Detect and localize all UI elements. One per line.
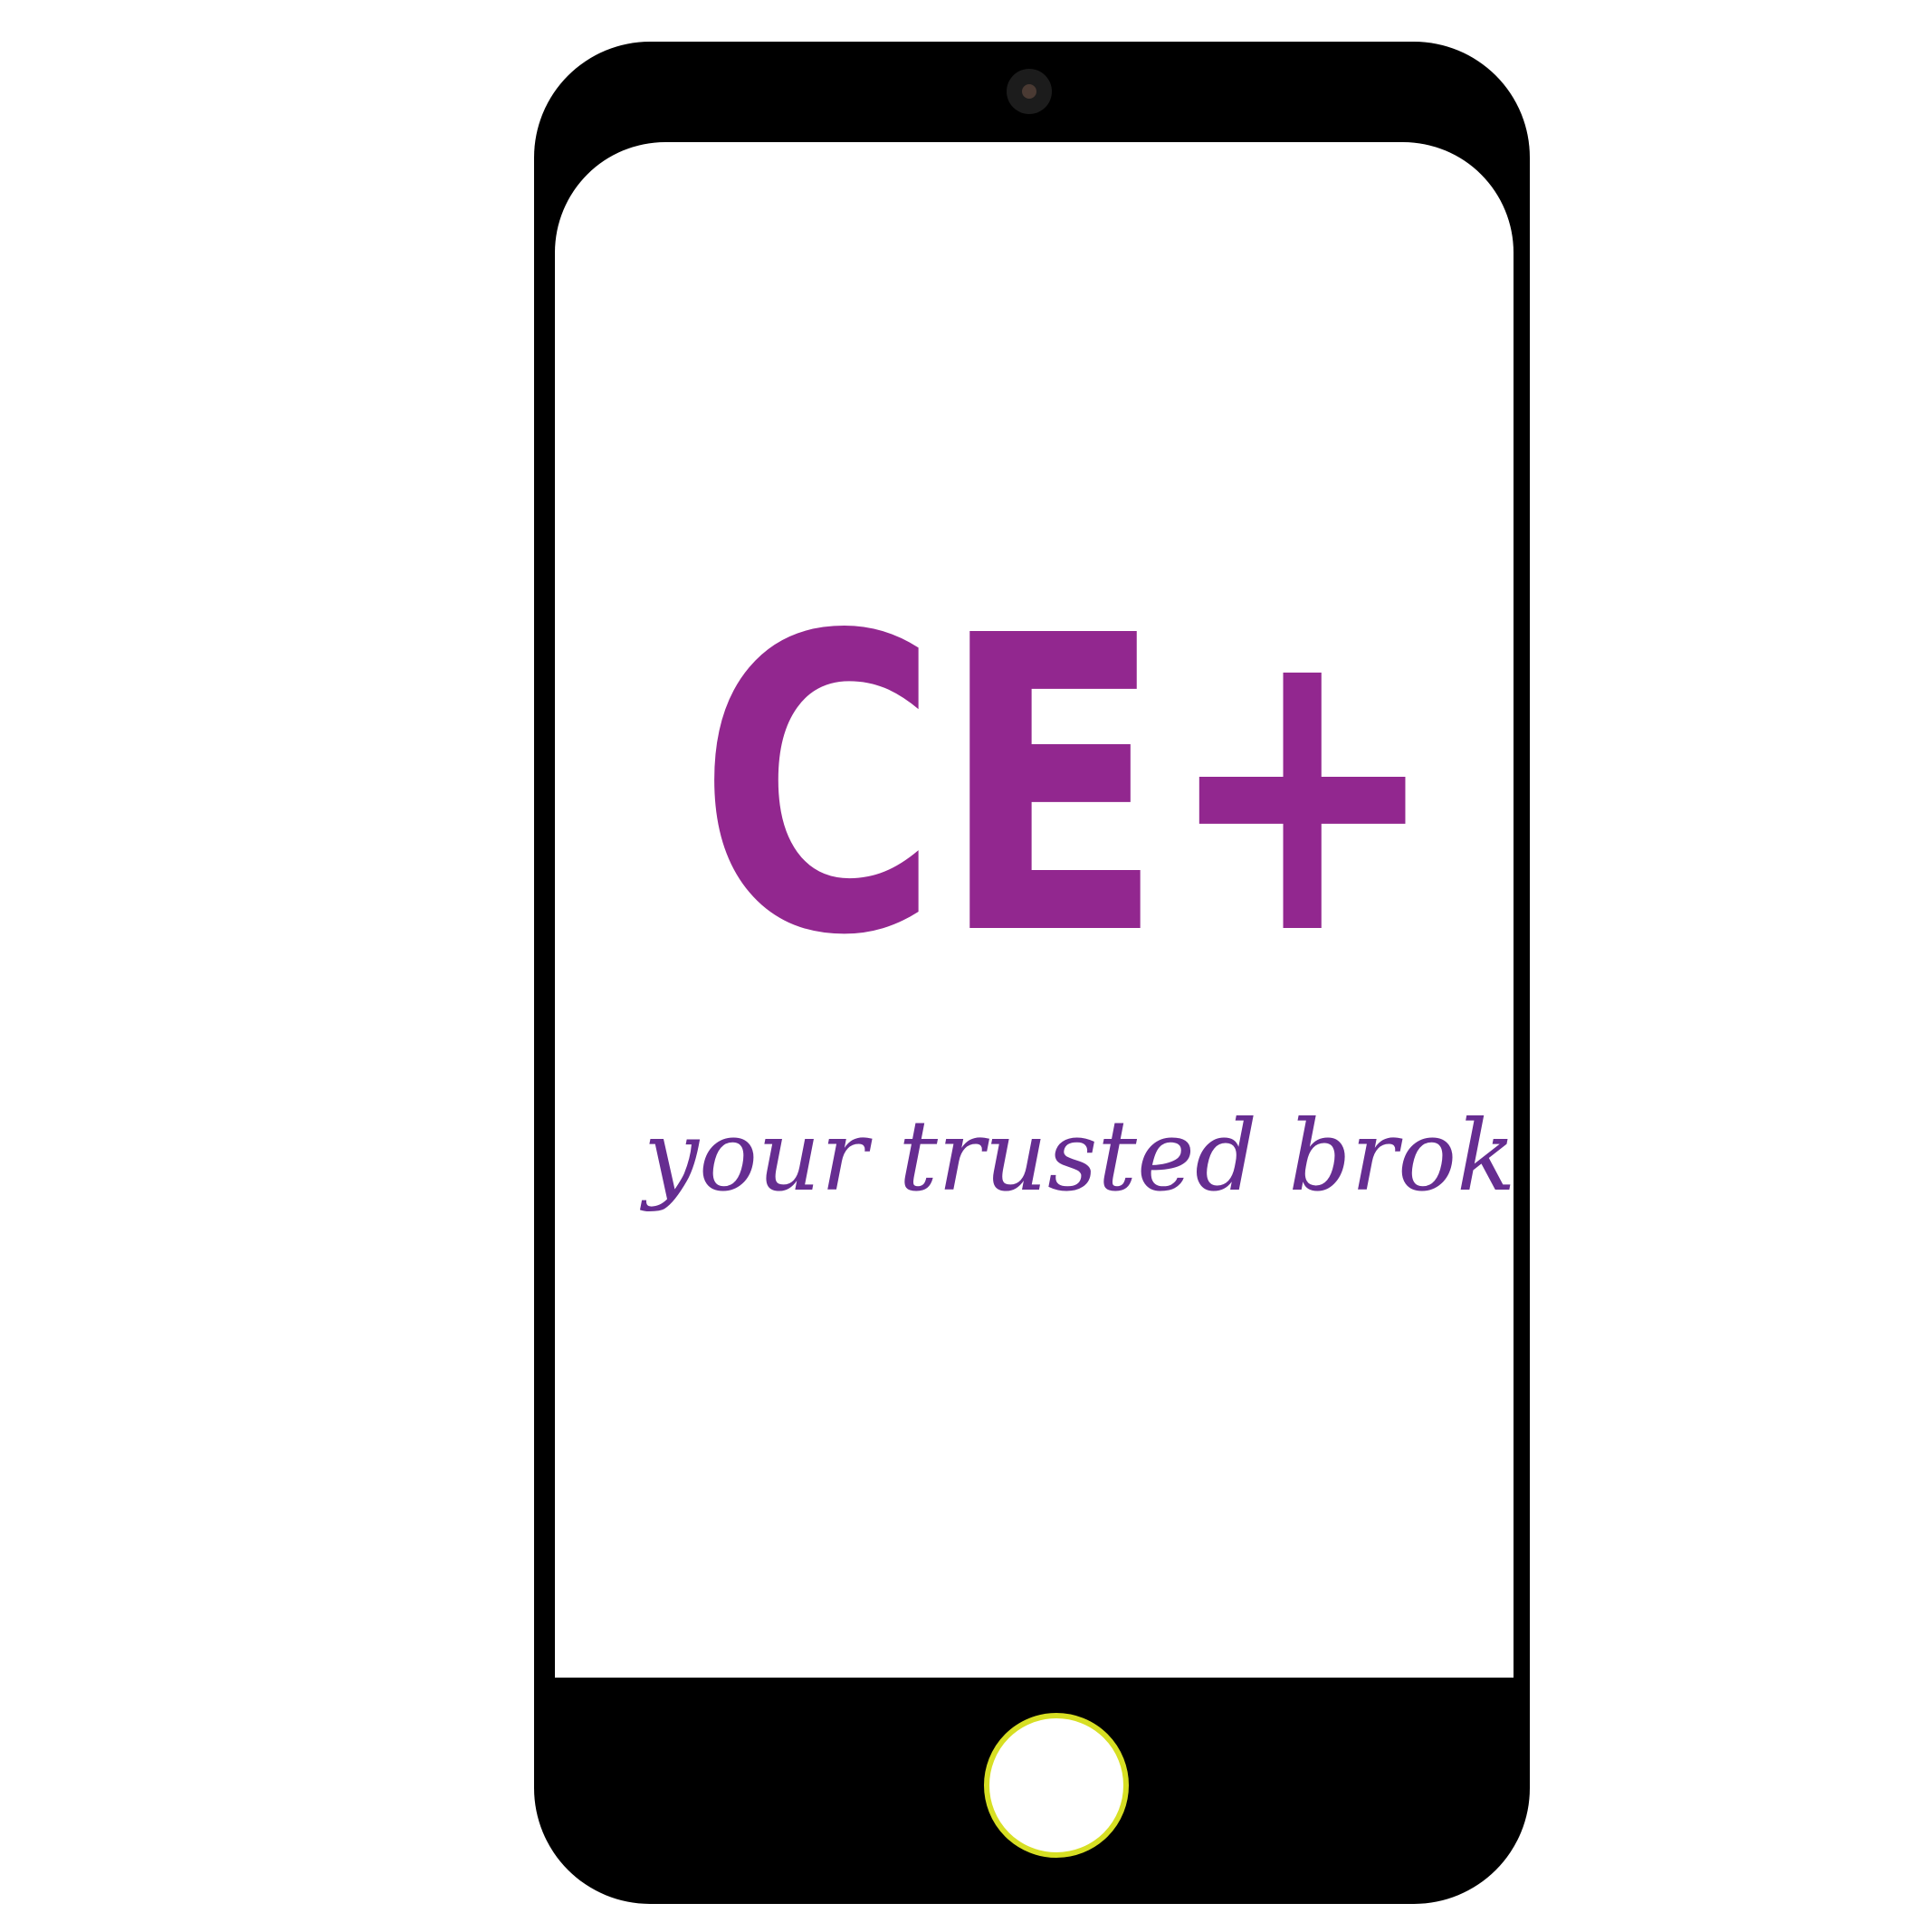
phone-screen: CE+ your trusted broker! bbox=[555, 142, 1514, 1678]
logo-wordmark: CE+ bbox=[698, 602, 1440, 946]
tagline: your trusted broker! bbox=[644, 1100, 1514, 1213]
ce-plus-logo: CE+ bbox=[698, 602, 1440, 946]
home-button[interactable] bbox=[984, 1713, 1129, 1858]
camera-lens-icon bbox=[1022, 84, 1036, 99]
